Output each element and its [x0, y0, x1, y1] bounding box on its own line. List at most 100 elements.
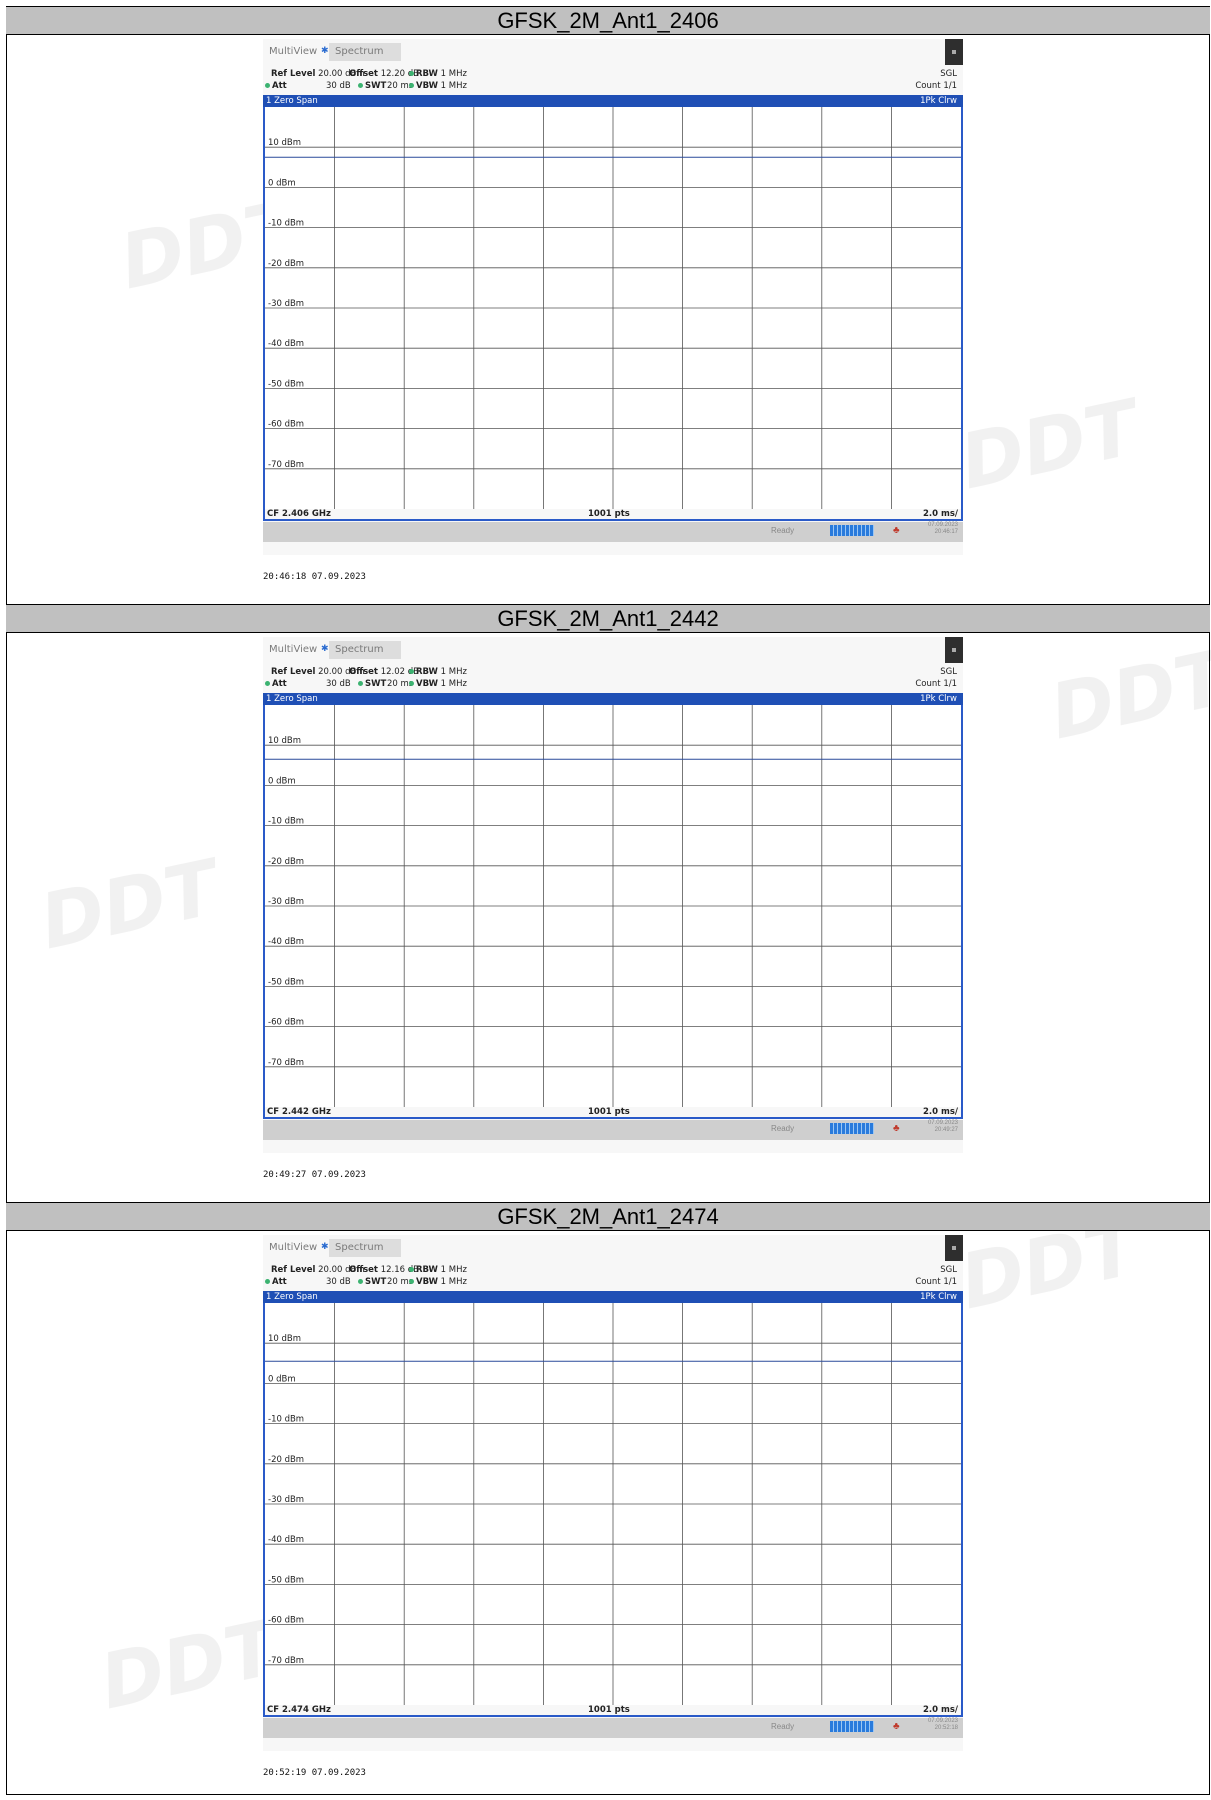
network-icon: ♣ [893, 525, 900, 536]
status-datetime: 07.09.2023 20:52:18 [910, 1718, 958, 1732]
time-per-division: 2.0 ms/ [922, 1107, 958, 1117]
status-dot-icon [409, 1267, 414, 1272]
trace-mode-label: 1Pk Clrw [920, 694, 957, 704]
tab-multiview[interactable]: MultiView [263, 43, 323, 61]
status-dot-icon [265, 681, 270, 686]
tab-multiview[interactable]: MultiView [263, 641, 323, 659]
y-tick-label: -40 dBm [268, 339, 304, 349]
vbw-info: VBW 1 MHz [409, 679, 467, 689]
att-label: Att [272, 679, 287, 689]
tab-close-icon[interactable]: ✱ [321, 643, 329, 654]
status-date: 07.09.2023 [927, 522, 958, 528]
rbw-label: RBW [416, 1265, 438, 1275]
count-label: Count 1/1 [915, 81, 957, 91]
att-value: 30 dB [326, 81, 351, 91]
att-info: Att [265, 679, 287, 689]
y-tick-label: -50 dBm [268, 977, 304, 987]
status-time: 20:49:27 [934, 1127, 958, 1133]
sgl-label: SGL [940, 1265, 957, 1275]
y-tick-label: -60 dBm [268, 1018, 304, 1028]
vbw-label: VBW [416, 81, 438, 91]
sweep-points: 1001 pts [588, 1107, 630, 1117]
y-tick-label: -30 dBm [268, 1495, 304, 1505]
status-dot-icon [358, 681, 363, 686]
zero-span-label: 1 Zero Span [266, 96, 318, 106]
zero-span-chart: 10 dBm 0 dBm -10 dBm -20 dBm -30 dBm -40 dBm -… [265, 705, 961, 1107]
status-time: 20:46:17 [934, 529, 958, 535]
zero-span-label: 1 Zero Span [266, 1292, 318, 1302]
menu-icon [952, 1246, 956, 1250]
analyzer-screenshot: MultiView ✱ Spectrum Ref Level 20.00 dBm… [263, 637, 963, 1153]
status-dot-icon [409, 1279, 414, 1284]
rbw-value: 1 MHz [440, 667, 467, 677]
vbw-info: VBW 1 MHz [409, 1277, 467, 1287]
sweep-points: 1001 pts [588, 509, 630, 519]
offset-label: Offset [349, 667, 378, 677]
status-bar: Ready ♣ 07.09.2023 20:52:18 [263, 1718, 963, 1738]
y-tick-label: -50 dBm [268, 379, 304, 389]
vbw-value: 1 MHz [440, 81, 467, 91]
tab-spectrum[interactable]: Spectrum [329, 43, 401, 61]
trace-mode-label: 1Pk Clrw [920, 1292, 957, 1302]
y-tick-label: 10 dBm [268, 1334, 301, 1344]
att-label: Att [272, 1277, 287, 1287]
swt-info: SWT [358, 1277, 386, 1287]
section-title: GFSK_2M_Ant1_2406 [6, 6, 1210, 35]
offset-label: Offset [349, 1265, 378, 1275]
measurement-section: GFSK_2M_Ant1_2474 MultiView ✱ Spectrum R… [6, 1202, 1210, 1800]
vbw-value: 1 MHz [440, 679, 467, 689]
status-datetime: 07.09.2023 20:49:27 [910, 1120, 958, 1134]
plot-area: 10 dBm 0 dBm -10 dBm -20 dBm -30 dBm -40 dBm -… [263, 1303, 963, 1705]
time-per-division: 2.0 ms/ [922, 509, 958, 519]
y-tick-label: -10 dBm [268, 817, 304, 827]
att-info: Att [265, 81, 287, 91]
menu-button[interactable] [945, 637, 963, 663]
tab-spectrum[interactable]: Spectrum [329, 641, 401, 659]
capture-timestamp: 20:52:19 07.09.2023 [263, 1768, 366, 1778]
menu-button[interactable] [945, 1235, 963, 1261]
swt-label: SWT [365, 1277, 387, 1287]
trace-mode-label: 1Pk Clrw [920, 96, 957, 106]
y-tick-label: 0 dBm [268, 1374, 296, 1384]
y-tick-label: -10 dBm [268, 1415, 304, 1425]
y-tick-label: -70 dBm [268, 1058, 304, 1068]
att-value: 30 dB [326, 1277, 351, 1287]
measurement-section: GFSK_2M_Ant1_2406 MultiView ✱ Spectrum R… [6, 6, 1210, 604]
swt-label: SWT [365, 679, 387, 689]
ready-status: Ready [771, 526, 795, 535]
sgl-label: SGL [940, 667, 957, 677]
status-bar: Ready ♣ 07.09.2023 20:46:17 [263, 522, 963, 542]
tab-close-icon[interactable]: ✱ [321, 1241, 329, 1252]
vbw-value: 1 MHz [440, 1277, 467, 1287]
rbw-value: 1 MHz [440, 69, 467, 79]
att-value: 30 dB [326, 679, 351, 689]
status-dot-icon [358, 83, 363, 88]
y-tick-label: -60 dBm [268, 420, 304, 430]
menu-button[interactable] [945, 39, 963, 65]
status-dot-icon [265, 1279, 270, 1284]
trace-bar: 1 Zero Span 1Pk Clrw [263, 1291, 963, 1303]
tab-close-icon[interactable]: ✱ [321, 45, 329, 56]
rbw-info: RBW 1 MHz [409, 667, 467, 677]
capture-timestamp: 20:46:18 07.09.2023 [263, 572, 366, 582]
progress-meter [830, 1721, 874, 1732]
att-info: Att [265, 1277, 287, 1287]
y-tick-label: -40 dBm [268, 1535, 304, 1545]
plot-footer: CF 2.442 GHz 1001 pts 2.0 ms/ [263, 1107, 963, 1119]
y-tick-label: -20 dBm [268, 259, 304, 269]
swt-label: SWT [365, 81, 387, 91]
rbw-info: RBW 1 MHz [409, 69, 467, 79]
progress-meter [830, 1123, 874, 1134]
center-frequency: CF 2.474 GHz [267, 1705, 331, 1715]
tab-spectrum[interactable]: Spectrum [329, 1239, 401, 1257]
ready-status: Ready [771, 1124, 795, 1133]
tab-multiview[interactable]: MultiView [263, 1239, 323, 1257]
rbw-info: RBW 1 MHz [409, 1265, 467, 1275]
y-tick-label: 10 dBm [268, 138, 301, 148]
zero-span-label: 1 Zero Span [266, 694, 318, 704]
ref-level-label: Ref Level [271, 69, 316, 79]
rbw-value: 1 MHz [440, 1265, 467, 1275]
ref-level-label: Ref Level [271, 667, 316, 677]
plot-footer: CF 2.474 GHz 1001 pts 2.0 ms/ [263, 1705, 963, 1717]
status-dot-icon [265, 83, 270, 88]
